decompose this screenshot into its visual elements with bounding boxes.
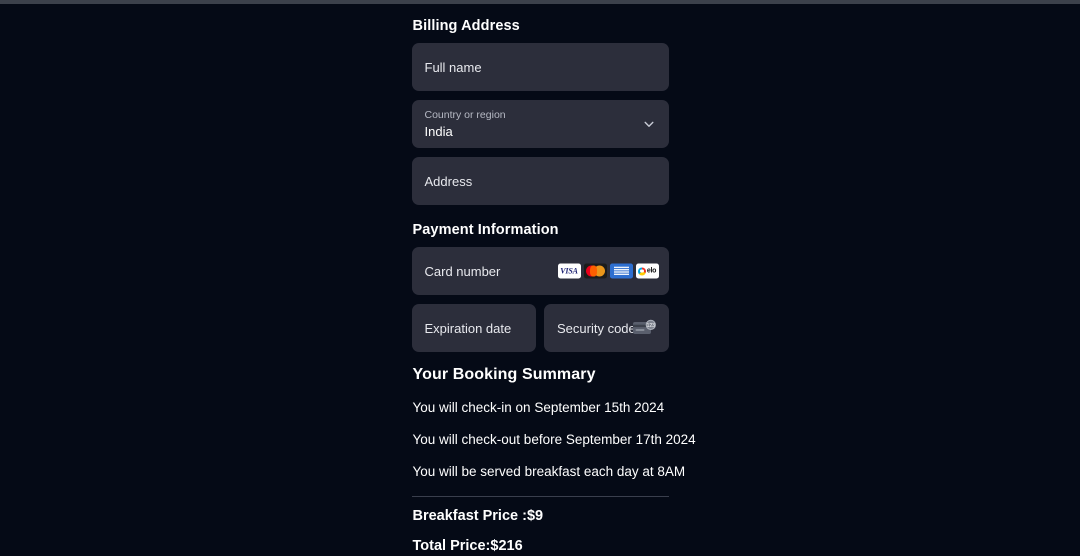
checkout-page: Billing Address Full name Country or reg…: [0, 4, 1080, 556]
elo-ring: [637, 267, 646, 275]
booking-summary-heading: Your Booking Summary: [412, 366, 596, 383]
country-or-region-select[interactable]: Country or region India: [411, 100, 669, 148]
country-value: India: [424, 124, 453, 140]
card-security-code-icon: 123: [632, 319, 657, 337]
elo-card-icon: elo: [635, 263, 659, 279]
expiration-date-placeholder: Expiration date: [424, 320, 512, 336]
svg-text:123: 123: [646, 323, 655, 329]
billing-address-heading: Billing Address: [412, 18, 520, 34]
address-field[interactable]: Address: [411, 157, 669, 205]
summary-divider: [411, 495, 669, 497]
breakfast-price: Breakfast Price :$9: [412, 507, 544, 524]
elo-label: elo: [646, 267, 657, 275]
card-number-placeholder: Card number: [424, 263, 501, 279]
visa-label: VISA: [560, 266, 578, 276]
mastercard-card-icon: [583, 263, 607, 279]
full-name-placeholder: Full name: [424, 59, 482, 75]
card-number-field[interactable]: Card number VISA elo: [411, 247, 669, 295]
summary-checkin-line: You will check-in on September 15th 2024: [412, 400, 665, 415]
accepted-card-brands: VISA elo: [557, 263, 659, 279]
security-code-placeholder: Security code: [557, 320, 636, 336]
checkout-column: Billing Address Full name Country or reg…: [411, 4, 696, 556]
expiration-date-field[interactable]: Expiration date: [411, 304, 536, 352]
security-code-field[interactable]: Security code 123: [544, 304, 669, 352]
country-label: Country or region: [424, 108, 506, 121]
chevron-down-icon[interactable]: [641, 116, 657, 132]
visa-card-icon: VISA: [557, 263, 581, 279]
summary-checkout-line: You will check-out before September 17th…: [412, 431, 696, 447]
payment-information-heading: Payment Information: [412, 222, 559, 238]
amex-card-icon: [609, 263, 633, 279]
full-name-field[interactable]: Full name: [411, 43, 669, 91]
summary-breakfast-line: You will be served breakfast each day at…: [412, 463, 686, 479]
card-details-row: Expiration date Security code 123: [411, 304, 669, 361]
total-price: Total Price:$216: [412, 537, 523, 554]
address-placeholder: Address: [424, 173, 473, 189]
